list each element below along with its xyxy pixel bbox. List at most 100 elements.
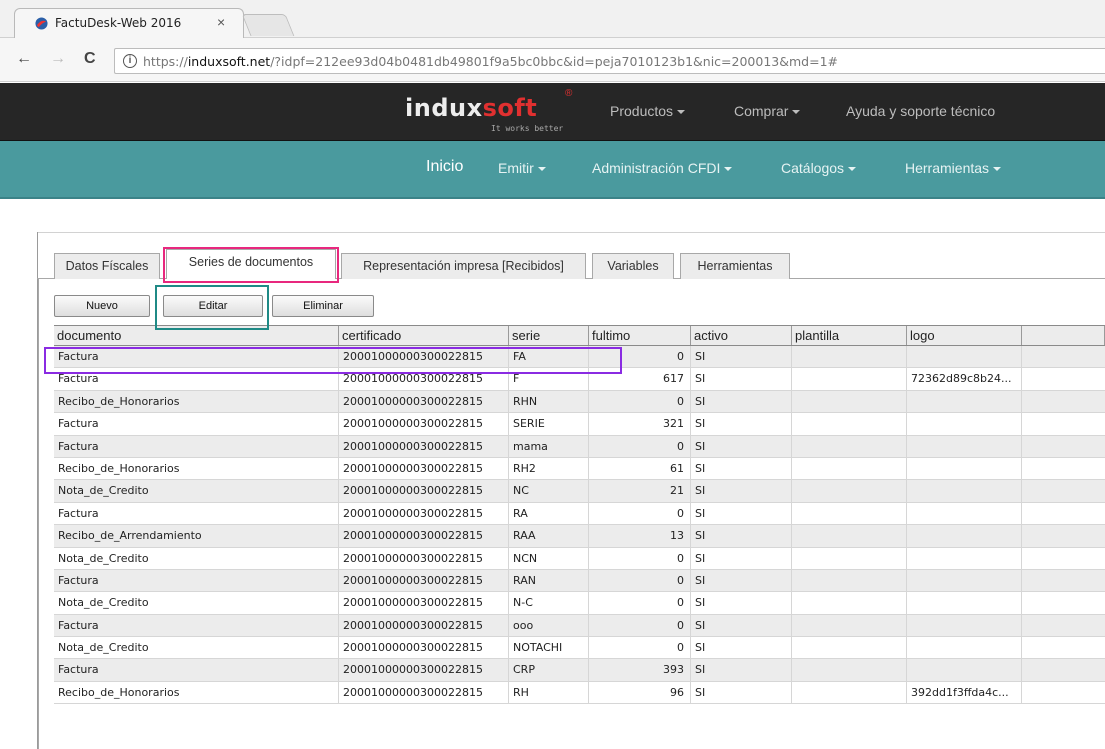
- table-cell-certificado: 20001000000300022815: [339, 346, 509, 368]
- table-row[interactable]: Nota_de_Credito 20001000000300022815 NC 21 S…: [54, 480, 1105, 503]
- table-row[interactable]: Recibo_de_Honorarios 20001000000300022815…: [54, 681, 1105, 705]
- table-row[interactable]: Nota_de_Credito 20001000000300022815 NOTAC…: [54, 637, 1105, 660]
- table-cell-certificado: 20001000000300022815: [339, 547, 509, 569]
- nuevo-button[interactable]: Nuevo: [54, 295, 150, 317]
- site-subnav: Inicio Emitir Administración CFDI Catálo…: [0, 141, 1105, 199]
- table-cell-activo: SI: [691, 346, 792, 368]
- subnav-herramientas[interactable]: Herramientas: [905, 160, 1002, 176]
- table-row[interactable]: Factura 20001000000300022815 FA 0 SI: [54, 346, 1105, 369]
- browser-tab[interactable]: FactuDesk-Web 2016 ×: [14, 8, 244, 38]
- table-cell-activo: SI: [691, 457, 792, 480]
- close-tab-icon[interactable]: ×: [217, 14, 225, 30]
- table-cell-extra: [1022, 659, 1105, 680]
- topnav-comprar[interactable]: Comprar: [734, 103, 801, 119]
- tab-datos-fiscales[interactable]: Datos Físcales: [54, 253, 160, 279]
- table-row[interactable]: Factura 20001000000300022815 RAN 0 SI: [54, 569, 1105, 593]
- table-cell-activo: SI: [691, 502, 792, 525]
- subnav-catalogos[interactable]: Catálogos: [781, 160, 857, 176]
- table-cell-plantilla: [792, 413, 907, 435]
- table-cell-certificado: 20001000000300022815: [339, 413, 509, 435]
- table-row[interactable]: Factura 20001000000300022815 CRP 393 SI: [54, 659, 1105, 682]
- table-cell-certificado: 20001000000300022815: [339, 659, 509, 681]
- editar-button[interactable]: Editar: [163, 295, 263, 317]
- table-cell-serie: RA: [509, 502, 589, 525]
- table-cell-activo: SI: [691, 480, 792, 502]
- table-cell-activo: SI: [691, 547, 792, 569]
- table-cell-fultimo: 0: [589, 569, 691, 592]
- table-cell-fultimo: 96: [589, 681, 691, 704]
- table-cell-plantilla: [792, 525, 907, 547]
- table-row[interactable]: Recibo_de_Honorarios 20001000000300022815…: [54, 457, 1105, 481]
- column-header-logo[interactable]: logo: [907, 326, 1022, 345]
- table-cell-plantilla: [792, 569, 907, 592]
- logo-tagline: It works better: [491, 124, 564, 133]
- table-cell-logo: [907, 637, 1022, 659]
- table-cell-activo: SI: [691, 368, 792, 390]
- table-cell-fultimo: 0: [589, 435, 691, 457]
- table-cell-activo: SI: [691, 681, 792, 704]
- table-row[interactable]: Factura 20001000000300022815 RA 0 SI: [54, 502, 1105, 526]
- subnav-emitir[interactable]: Emitir: [498, 160, 546, 176]
- table-cell-plantilla: [792, 614, 907, 637]
- caret-down-icon: [993, 167, 1002, 172]
- table-cell-extra: [1022, 436, 1105, 457]
- table-cell-activo: SI: [691, 592, 792, 614]
- table-row[interactable]: Recibo_de_Arrendamiento 20001000000300022…: [54, 525, 1105, 548]
- caret-down-icon: [677, 110, 686, 115]
- column-header-plantilla[interactable]: plantilla: [792, 326, 907, 345]
- table-row[interactable]: Nota_de_Credito 20001000000300022815 N-C 0 S…: [54, 592, 1105, 615]
- table-cell-activo: SI: [691, 390, 792, 413]
- forward-arrow-icon[interactable]: →: [50, 50, 66, 68]
- table-cell-fultimo: 21: [589, 480, 691, 502]
- table-cell-certificado: 20001000000300022815: [339, 637, 509, 659]
- table-cell-extra: [1022, 637, 1105, 658]
- site-header: induxsoft ® It works better Productos Co…: [0, 83, 1105, 141]
- table-cell-plantilla: [792, 681, 907, 704]
- topnav-productos[interactable]: Productos: [610, 103, 686, 119]
- new-tab-button[interactable]: [241, 14, 295, 36]
- table-cell-activo: SI: [691, 413, 792, 435]
- address-bar[interactable]: i https://induxsoft.net/?idpf=212ee93d04…: [114, 48, 1105, 74]
- tab-variables[interactable]: Variables: [592, 253, 674, 279]
- topnav-ayuda[interactable]: Ayuda y soporte técnico: [846, 103, 995, 119]
- table-cell-serie: RHN: [509, 390, 589, 413]
- column-header-serie[interactable]: serie: [509, 326, 589, 345]
- induxsoft-logo[interactable]: induxsoft ® It works better: [405, 88, 572, 133]
- table-cell-logo: [907, 614, 1022, 637]
- table-cell-logo: [907, 413, 1022, 435]
- table-cell-extra: [1022, 503, 1105, 524]
- panel-border-top: [37, 232, 1105, 233]
- table-cell-fultimo: 0: [589, 614, 691, 637]
- table-cell-extra: [1022, 548, 1105, 569]
- subnav-inicio[interactable]: Inicio: [426, 158, 463, 176]
- tab-series-de-documentos[interactable]: Series de documentos: [166, 249, 336, 279]
- eliminar-button[interactable]: Eliminar: [272, 295, 374, 317]
- column-header-extra[interactable]: [1022, 326, 1105, 345]
- table-cell-logo: [907, 346, 1022, 368]
- column-header-activo[interactable]: activo: [691, 326, 792, 345]
- info-icon[interactable]: i: [123, 54, 137, 68]
- table-row[interactable]: Factura 20001000000300022815 mama 0 SI: [54, 435, 1105, 458]
- table-cell-fultimo: 0: [589, 592, 691, 614]
- tab-herramientas[interactable]: Herramientas: [680, 253, 790, 279]
- table-cell-plantilla: [792, 592, 907, 614]
- table-cell-serie: NOTACHI: [509, 637, 589, 659]
- table-cell-logo: [907, 502, 1022, 525]
- url-text[interactable]: https://induxsoft.net/?idpf=212ee93d04b0…: [143, 54, 838, 69]
- table-cell-documento: Factura: [54, 346, 339, 368]
- reload-icon[interactable]: C: [84, 50, 96, 68]
- subnav-administracion-cfdi[interactable]: Administración CFDI: [592, 160, 733, 176]
- table-row[interactable]: Nota_de_Credito 20001000000300022815 NCN 0 S…: [54, 547, 1105, 570]
- back-arrow-icon[interactable]: ←: [16, 50, 32, 68]
- tab-representacion-impresa[interactable]: Representación impresa [Recibidos]: [341, 253, 586, 279]
- table-cell-extra: [1022, 525, 1105, 546]
- table-cell-extra: [1022, 346, 1105, 367]
- table-row[interactable]: Factura 20001000000300022815 F 617 SI 72362d8…: [54, 368, 1105, 391]
- table-row[interactable]: Factura 20001000000300022815 ooo 0 SI: [54, 614, 1105, 638]
- table-cell-logo: [907, 659, 1022, 681]
- table-row[interactable]: Recibo_de_Honorarios 20001000000300022815…: [54, 390, 1105, 414]
- column-header-certificado[interactable]: certificado: [339, 326, 509, 345]
- column-header-fultimo[interactable]: fultimo: [589, 326, 691, 345]
- table-row[interactable]: Factura 20001000000300022815 SERIE 321 SI: [54, 413, 1105, 436]
- column-header-documento[interactable]: documento: [54, 326, 339, 345]
